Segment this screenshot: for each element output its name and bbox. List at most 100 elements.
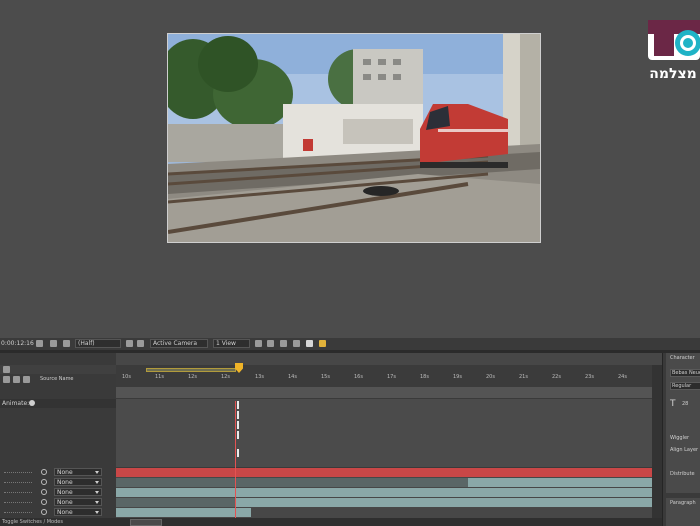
parent-pickwhip-icon[interactable]: [41, 499, 47, 505]
text-size-icon: T: [670, 399, 676, 409]
ruler-label: 12s: [188, 374, 197, 380]
flowchart-icon[interactable]: [293, 340, 300, 347]
ruler-label: 19s: [453, 374, 462, 380]
chevron-down-icon: [95, 491, 99, 494]
timeline-scrollbar[interactable]: [652, 365, 662, 526]
character-section: Character Bebas Neue Regular T 28: [666, 353, 700, 433]
timeline-tracks[interactable]: 10s 11s 12s 12s 13s 14s 15s 16s 17s 18s …: [116, 353, 662, 526]
footage-frame[interactable]: [167, 33, 541, 243]
ruler-label: 18s: [420, 374, 429, 380]
column-header-bar: Source Name: [0, 375, 116, 384]
font-style-select[interactable]: Regular: [670, 382, 700, 390]
time-ruler[interactable]: 10s 11s 12s 12s 13s 14s 15s 16s 17s 18s …: [116, 365, 652, 387]
composition-viewer[interactable]: מצלמה: [0, 0, 700, 338]
wiggler-title[interactable]: Wiggler: [670, 435, 689, 441]
layer-bar[interactable]: [116, 508, 251, 517]
keyframe-marker[interactable]: [237, 411, 242, 419]
view-layout-select[interactable]: 1 View: [213, 339, 250, 348]
keyframe-marker[interactable]: [237, 401, 242, 409]
reset-exposure-icon[interactable]: [306, 340, 313, 347]
keyframe-marker[interactable]: [237, 421, 242, 429]
resolution-select[interactable]: (Half): [75, 339, 121, 348]
keyframe-marker[interactable]: [237, 431, 242, 439]
parent-select[interactable]: None: [54, 498, 102, 506]
track-header-row: [116, 387, 652, 399]
parent-select[interactable]: None: [54, 508, 102, 516]
layer-switches: [4, 502, 32, 503]
keyframe-marker[interactable]: [237, 449, 242, 457]
work-area-bar[interactable]: [146, 368, 236, 372]
timeline-icon[interactable]: [280, 340, 287, 347]
animate-label[interactable]: Animate:: [2, 400, 29, 407]
toggle-switches-modes[interactable]: Toggle Switches / Modes: [2, 519, 63, 525]
parent-select[interactable]: None: [54, 468, 102, 476]
animate-add-icon[interactable]: [29, 400, 35, 406]
font-family-select[interactable]: Bebas Neue: [670, 369, 700, 377]
layer-bar-red[interactable]: [116, 468, 652, 477]
parent-pickwhip-icon[interactable]: [41, 479, 47, 485]
snapshot-icon[interactable]: [36, 340, 43, 347]
camera-logo-icon: [648, 20, 700, 60]
lock-icon[interactable]: [13, 376, 20, 383]
character-panel: Character Bebas Neue Regular T 28 Wiggle…: [662, 353, 700, 526]
show-snapshot-icon[interactable]: [50, 340, 57, 347]
layer-outline: Source Name Animate: None None None None: [0, 353, 116, 526]
fast-preview-icon[interactable]: [267, 340, 274, 347]
parent-select[interactable]: None: [54, 478, 102, 486]
ruler-label: 16s: [354, 374, 363, 380]
layer-row[interactable]: None: [0, 498, 116, 507]
wiggler-section: Wiggler Align Layer Distribute: [666, 433, 700, 493]
parent-value: None: [57, 479, 73, 486]
layer-bar[interactable]: [236, 498, 652, 507]
timecode-display[interactable]: 0:00:12:16: [1, 340, 34, 347]
chevron-down-icon: [95, 501, 99, 504]
layer-row[interactable]: None: [0, 478, 116, 487]
ruler-label: 17s: [387, 374, 396, 380]
font-size-value[interactable]: 28: [682, 401, 688, 407]
timeline-toolbar: [0, 365, 116, 374]
layer-switches: [4, 512, 32, 513]
camera-select[interactable]: Active Camera: [150, 339, 208, 348]
character-title[interactable]: Character: [670, 355, 695, 361]
ruler-label: 12s: [221, 374, 230, 380]
layer-row[interactable]: None: [0, 508, 116, 517]
timeline-status-bar: Toggle Switches / Modes: [0, 518, 662, 526]
layer-switches: [4, 472, 32, 473]
parent-select[interactable]: None: [54, 488, 102, 496]
toggle-pixel-aspect-icon[interactable]: [255, 340, 262, 347]
chevron-down-icon: [95, 481, 99, 484]
layer-bar[interactable]: [116, 488, 652, 497]
brand-logo: מצלמה: [646, 12, 700, 92]
current-time-line: [235, 401, 236, 526]
ruler-label: 20s: [486, 374, 495, 380]
ruler-label: 23s: [585, 374, 594, 380]
layer-row[interactable]: None: [0, 488, 116, 497]
exposure-icon[interactable]: [319, 340, 326, 347]
color-channel-icon[interactable]: [63, 340, 70, 347]
train-scene-image: [168, 34, 540, 242]
search-icon[interactable]: [3, 366, 10, 373]
layer-switches: [4, 482, 32, 483]
chevron-down-icon: [95, 471, 99, 474]
audio-video-icon[interactable]: [3, 376, 10, 383]
region-of-interest-icon[interactable]: [126, 340, 133, 347]
paragraph-section: Paragraph: [666, 498, 700, 526]
layer-row[interactable]: None: [0, 468, 116, 477]
parent-pickwhip-icon[interactable]: [41, 509, 47, 515]
source-name-header[interactable]: Source Name: [40, 376, 74, 382]
animate-row: Animate:: [0, 399, 116, 408]
paragraph-title[interactable]: Paragraph: [670, 500, 696, 506]
layer-switches: [4, 492, 32, 493]
zoom-slider[interactable]: [130, 519, 162, 526]
transparency-grid-icon[interactable]: [137, 340, 144, 347]
layer-bar[interactable]: [116, 478, 468, 487]
parent-pickwhip-icon[interactable]: [41, 489, 47, 495]
layer-bar[interactable]: [116, 498, 236, 507]
distribute-label: Distribute: [670, 471, 695, 477]
layer-bar[interactable]: [468, 478, 652, 487]
keyframe-area[interactable]: [116, 399, 652, 468]
parent-pickwhip-icon[interactable]: [41, 469, 47, 475]
ruler-label: 10s: [122, 374, 131, 380]
parent-value: None: [57, 489, 73, 496]
label-icon[interactable]: [23, 376, 30, 383]
